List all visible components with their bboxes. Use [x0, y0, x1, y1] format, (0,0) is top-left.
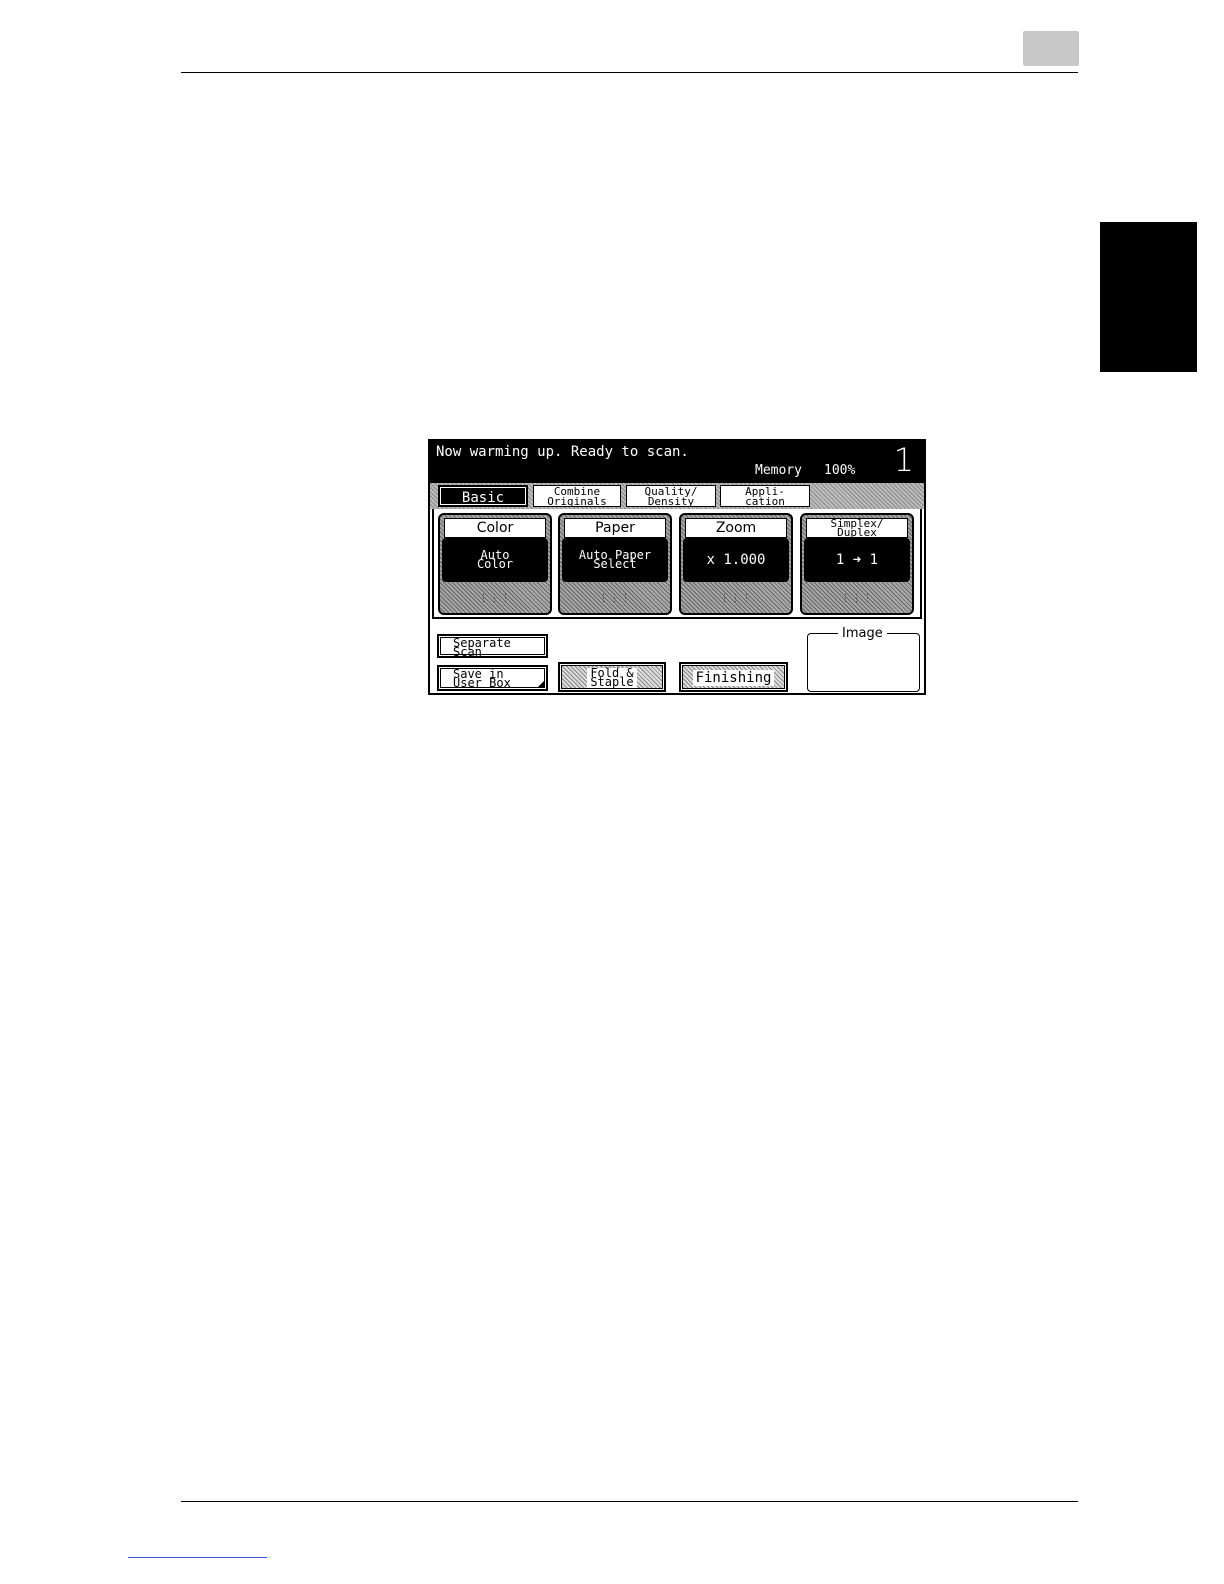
save-user-box-line2: User Box: [453, 676, 511, 690]
chapter-side-tab: [1100, 222, 1197, 372]
status-message: Now warming up. Ready to scan.: [436, 444, 689, 460]
paper-value: Auto Paper Select: [562, 538, 668, 582]
finishing-label: Finishing: [692, 670, 775, 686]
tab-basic-label: Basic: [461, 490, 505, 506]
memory-value: 100%: [824, 463, 856, 478]
image-label: Image: [838, 626, 887, 641]
paper-title: Paper: [564, 518, 666, 538]
simplex-title-line2: Duplex: [837, 526, 877, 539]
tab-application-line2: cation: [745, 495, 785, 508]
memory-label: Memory: [755, 463, 802, 478]
paper-value-line2: Select: [593, 557, 637, 571]
fold-staple-label: Fold & Staple: [587, 667, 637, 689]
save-in-user-box-button[interactable]: Save in User Box: [437, 665, 548, 691]
tab-quality-density[interactable]: Quality/ Density: [626, 485, 716, 507]
message-bar: Now warming up. Ready to scan. Memory 10…: [430, 441, 924, 483]
zoom-title: Zoom: [685, 518, 787, 538]
zoom-value: x 1.000: [683, 538, 789, 582]
color-value: Auto Color: [442, 538, 548, 582]
grip-icon: ⋮⋮⋮: [719, 593, 753, 604]
fold-staple-button[interactable]: Fold & Staple: [558, 662, 666, 692]
finishing-button[interactable]: Finishing: [679, 662, 788, 692]
color-title: Color: [444, 518, 546, 538]
copy-count: 1: [893, 441, 914, 479]
paper-button[interactable]: Paper Auto Paper Select ⋮⋮⋮: [558, 513, 672, 615]
image-preview-frame: Image: [807, 626, 920, 692]
separate-scan-button[interactable]: Separate Scan: [437, 634, 548, 658]
tab-combine-line2: Originals: [547, 495, 607, 508]
color-button[interactable]: Color Auto Color ⋮⋮⋮: [438, 513, 552, 615]
footer-link-underline: [128, 1557, 267, 1558]
zoom-button[interactable]: Zoom x 1.000 ⋮⋮⋮: [679, 513, 793, 615]
tab-combine-originals[interactable]: Combine Originals: [533, 485, 621, 507]
grip-icon: ⋮⋮⋮: [478, 593, 512, 604]
header-rule: [181, 72, 1078, 73]
simplex-duplex-value: 1 ➜ 1: [804, 538, 910, 582]
tab-basic[interactable]: Basic: [438, 485, 528, 507]
footer-rule: [181, 1501, 1078, 1502]
chapter-number-box: [1023, 31, 1079, 66]
copier-control-panel: Now warming up. Ready to scan. Memory 10…: [428, 439, 926, 695]
basic-functions-area: Color Auto Color ⋮⋮⋮ Paper Auto Paper Se…: [432, 509, 922, 619]
corner-triangle-icon: [538, 681, 544, 687]
simplex-duplex-title: Simplex/ Duplex: [806, 518, 908, 538]
grip-icon: ⋮⋮⋮: [840, 593, 874, 604]
tab-quality-line2: Density: [647, 495, 695, 508]
simplex-duplex-button[interactable]: Simplex/ Duplex 1 ➜ 1 ⋮⋮⋮: [800, 513, 914, 615]
grip-icon: ⋮⋮⋮: [598, 593, 632, 604]
tab-strip: Basic Combine Originals Quality/ Density…: [430, 483, 924, 509]
color-value-line2: Color: [476, 557, 514, 571]
fold-staple-line2: Staple: [590, 675, 634, 689]
tab-application[interactable]: Appli- cation: [720, 485, 810, 507]
